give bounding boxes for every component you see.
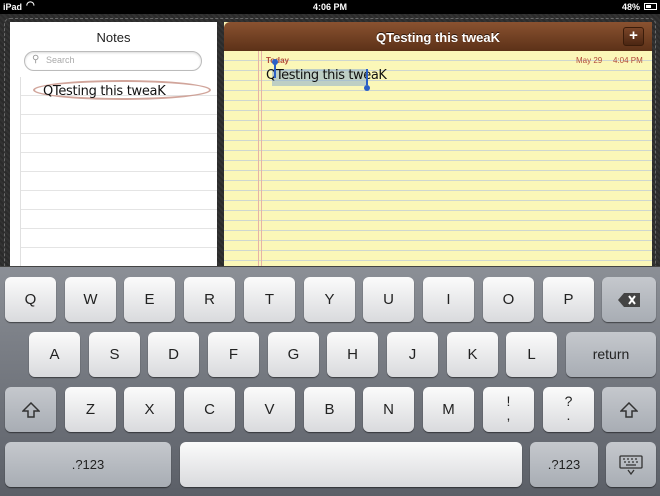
key-punct2-top: ? [564,393,573,409]
notes-sidebar: Notes ⚲ Search QTesting this tweaK [10,22,217,272]
note-title: QTesting this tweaK [376,30,500,45]
key-n[interactable]: N [363,387,414,432]
key-m[interactable]: M [423,387,474,432]
margin-line [258,51,259,272]
note-body-text[interactable]: QTesting this tweaK [266,68,387,83]
key-b[interactable]: B [304,387,355,432]
add-note-button[interactable]: + [623,27,644,46]
space-bar[interactable] [180,442,522,487]
selection-start-handle[interactable] [272,59,278,78]
key-c[interactable]: C [184,387,235,432]
hide-keyboard-key[interactable] [606,442,656,487]
key-l[interactable]: L [506,332,557,377]
note-list-item[interactable]: QTesting this tweaK [21,79,211,103]
margin-line [261,51,262,272]
key-r[interactable]: R [184,277,235,322]
search-field[interactable]: ⚲ Search [24,51,202,71]
key-a[interactable]: A [29,332,80,377]
key-d[interactable]: D [148,332,199,377]
key-k[interactable]: K [447,332,498,377]
status-time: 4:06 PM [312,2,347,12]
delete-key[interactable] [602,277,656,322]
key-e[interactable]: E [124,277,175,322]
note-list-item-label: QTesting this tweaK [43,84,166,99]
key-u[interactable]: U [363,277,414,322]
note-pane: QTesting this tweaK + Today May 29 4:04 … [224,22,652,272]
key-h[interactable]: H [327,332,378,377]
onscreen-keyboard: Q W E R T Y U I O P A S D F G H J K L re… [0,266,660,496]
return-key[interactable]: return [566,332,656,377]
shift-icon [619,401,639,418]
key-x[interactable]: X [124,387,175,432]
selection-end-handle[interactable] [364,69,370,91]
key-v[interactable]: V [244,387,295,432]
key-p[interactable]: P [543,277,594,322]
search-placeholder: Search [46,55,75,65]
battery-icon [644,3,657,10]
key-punct2-bottom: . [566,407,571,423]
status-bar: iPad ◠ 4:06 PM 48% [0,0,660,14]
note-date: May 29 [576,56,603,65]
numbers-key-left[interactable]: .?123 [5,442,171,487]
key-question-period[interactable]: ? . [543,387,594,432]
key-g[interactable]: G [268,332,319,377]
shift-icon [20,401,41,418]
key-z[interactable]: Z [65,387,116,432]
notes-list: QTesting this tweaK [20,77,217,272]
sidebar-title: Notes [96,30,131,45]
note-time: 4:04 PM [613,56,643,65]
key-o[interactable]: O [483,277,534,322]
key-s[interactable]: S [89,332,140,377]
note-header: QTesting this tweaK + [224,22,652,51]
numbers-key-right[interactable]: .?123 [530,442,598,487]
key-punct1-bottom: , [506,407,511,423]
key-t[interactable]: T [244,277,295,322]
backspace-icon [618,293,640,308]
shift-key-left[interactable] [5,387,56,432]
key-punct1-top: ! [506,393,511,409]
key-w[interactable]: W [65,277,116,322]
shift-key-right[interactable] [602,387,656,432]
key-exclaim-comma[interactable]: ! , [483,387,534,432]
search-icon: ⚲ [32,54,40,65]
key-i[interactable]: I [423,277,474,322]
key-q[interactable]: Q [5,277,56,322]
key-f[interactable]: F [208,332,259,377]
keyboard-hide-icon [619,455,643,476]
key-j[interactable]: J [387,332,438,377]
key-y[interactable]: Y [304,277,355,322]
battery-percent: 48% [621,2,640,12]
